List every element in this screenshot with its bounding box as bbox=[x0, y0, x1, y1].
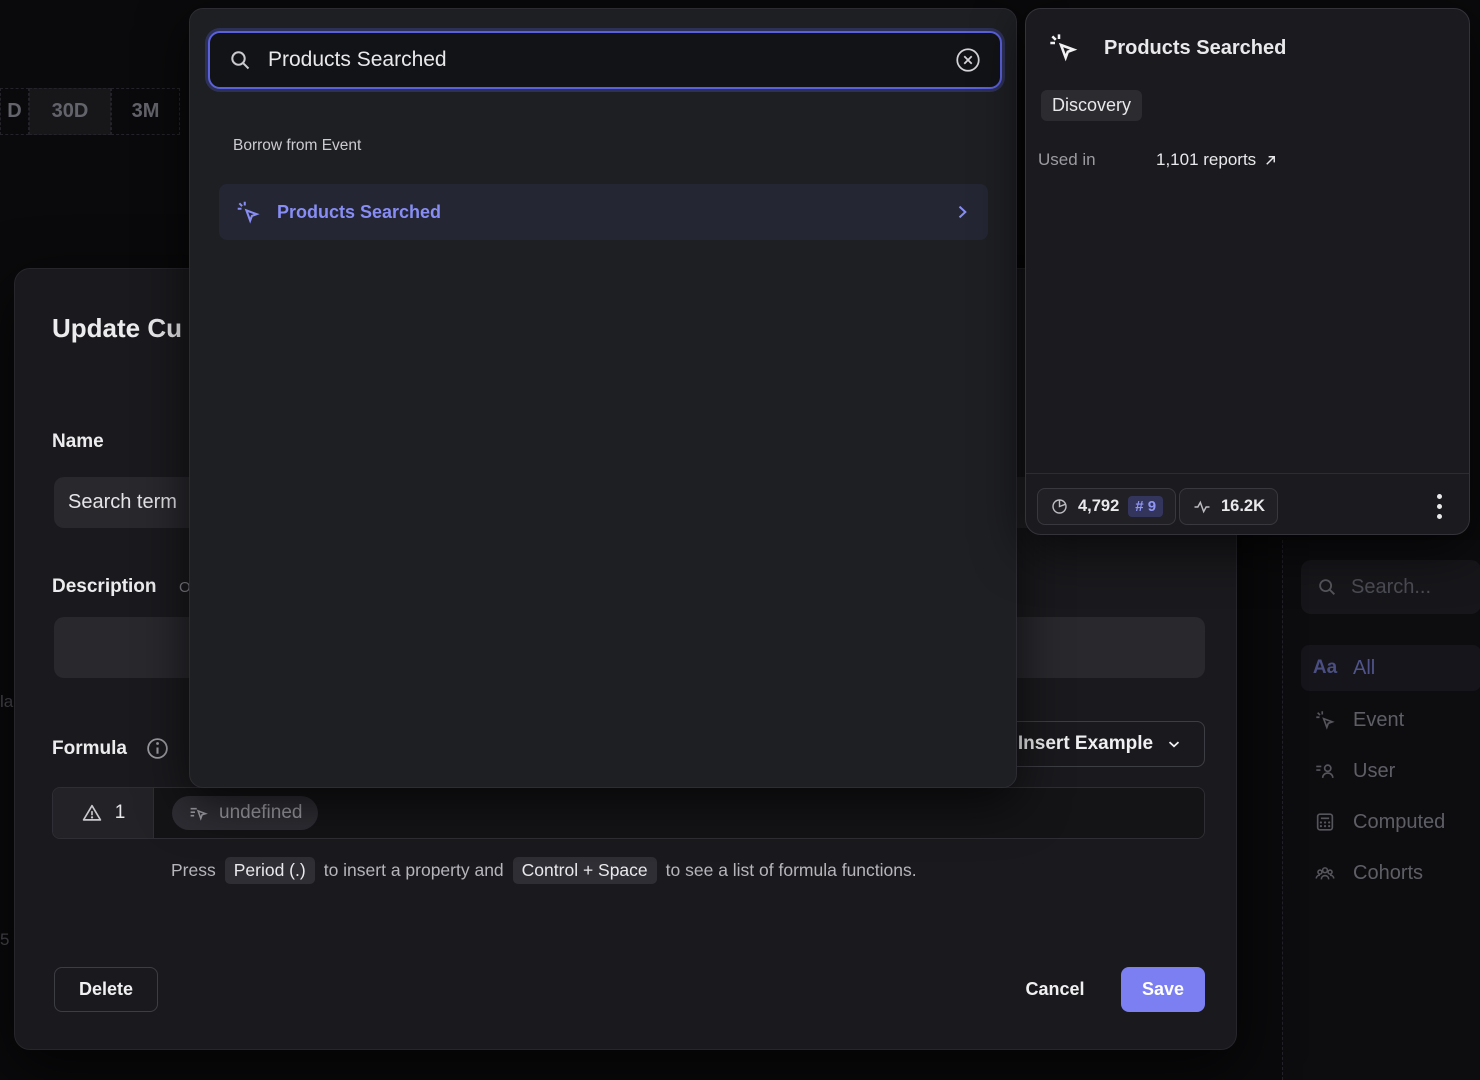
popover-title: Products Searched bbox=[1104, 37, 1286, 60]
sidebar-item-label: Event bbox=[1353, 709, 1404, 732]
borrow-from-event-header: Borrow from Event bbox=[233, 137, 361, 155]
formula-property-chip[interactable]: undefined bbox=[172, 796, 318, 830]
formula-error-count: 1 bbox=[115, 802, 126, 824]
rank-badge: # 9 bbox=[1128, 496, 1163, 517]
kbd-control-space: Control + Space bbox=[513, 857, 657, 884]
event-details-popover: Products Searched Discovery Used in 1,10… bbox=[1025, 8, 1470, 535]
chart-tick-fragment: 5 bbox=[0, 930, 14, 950]
aa-icon: Aa bbox=[1313, 656, 1337, 680]
info-icon[interactable] bbox=[145, 736, 170, 761]
formula-chip-label: undefined bbox=[219, 802, 302, 824]
kbd-period: Period (.) bbox=[225, 857, 315, 884]
insert-example-button[interactable]: Insert Example bbox=[996, 721, 1205, 767]
volume-count: 16.2K bbox=[1221, 497, 1265, 516]
modal-title: Update Cu bbox=[52, 313, 182, 344]
warning-icon bbox=[81, 802, 103, 824]
category-badge: Discovery bbox=[1041, 90, 1142, 121]
computed-icon bbox=[1313, 810, 1337, 834]
time-range-3m[interactable]: 3M bbox=[111, 88, 180, 135]
sidebar-item-all[interactable]: Aa All bbox=[1301, 645, 1480, 691]
cohorts-icon bbox=[1313, 861, 1337, 885]
search-icon bbox=[1315, 575, 1339, 599]
description-label: Description bbox=[52, 576, 157, 598]
formula-input[interactable]: undefined bbox=[154, 788, 1204, 838]
formula-label: Formula bbox=[52, 738, 127, 760]
hint-text: to insert a property and bbox=[324, 860, 504, 881]
user-icon bbox=[1313, 759, 1337, 783]
divider bbox=[1026, 473, 1469, 474]
formula-editor: 1 undefined bbox=[52, 787, 1205, 839]
activity-icon bbox=[1192, 497, 1212, 517]
time-range-7d[interactable]: D bbox=[0, 88, 29, 135]
save-button[interactable]: Save bbox=[1121, 967, 1205, 1012]
clear-search-icon[interactable] bbox=[954, 46, 982, 74]
sidebar-item-computed[interactable]: Computed bbox=[1301, 799, 1480, 845]
sidebar-item-label: Computed bbox=[1353, 811, 1445, 834]
event-icon bbox=[235, 199, 261, 225]
formula-error-badge: 1 bbox=[53, 788, 154, 838]
search-field bbox=[208, 31, 1002, 89]
queries-count: 4,792 bbox=[1078, 497, 1119, 516]
sidebar-item-event[interactable]: Event bbox=[1301, 697, 1480, 743]
formula-hint: Press Period (.) to insert a property an… bbox=[171, 857, 917, 884]
sidebar-item-label: Cohorts bbox=[1353, 862, 1423, 885]
sidebar-search-placeholder: Search... bbox=[1351, 576, 1431, 599]
hint-text: Press bbox=[171, 860, 216, 881]
sidebar-item-label: User bbox=[1353, 760, 1395, 783]
delete-label: Delete bbox=[79, 979, 133, 1000]
used-in-reports-link[interactable]: 1,101 reports bbox=[1156, 150, 1278, 170]
chevron-down-icon bbox=[1165, 735, 1183, 753]
volume-stat-pill: 16.2K bbox=[1179, 488, 1278, 525]
time-range-label: 3M bbox=[132, 100, 160, 123]
property-search-dropdown: Borrow from Event Products Searched bbox=[189, 8, 1017, 788]
sidebar-item-cohorts[interactable]: Cohorts bbox=[1301, 850, 1480, 896]
time-range-label: 30D bbox=[52, 100, 89, 123]
name-label: Name bbox=[52, 431, 104, 453]
delete-button[interactable]: Delete bbox=[54, 967, 158, 1012]
event-icon bbox=[1047, 31, 1079, 63]
time-range-label: D bbox=[7, 100, 21, 123]
property-type-sidebar: Search... Aa All Event User bbox=[1282, 540, 1480, 1080]
cancel-button[interactable]: Cancel bbox=[1005, 967, 1105, 1012]
cancel-label: Cancel bbox=[1025, 979, 1084, 1000]
queries-stat-pill: 4,792 # 9 bbox=[1037, 488, 1176, 525]
sidebar-search-input[interactable]: Search... bbox=[1301, 560, 1480, 614]
hint-text: to see a list of formula functions. bbox=[666, 860, 917, 881]
save-label: Save bbox=[1142, 979, 1184, 1000]
reports-count: 1,101 reports bbox=[1156, 150, 1256, 170]
sidebar-item-user[interactable]: User bbox=[1301, 748, 1480, 794]
event-result-products-searched[interactable]: Products Searched bbox=[219, 184, 988, 240]
app-root: D 30D 3M la 5 Search... Aa All Event bbox=[0, 0, 1480, 1080]
insert-example-label: Insert Example bbox=[1018, 733, 1153, 755]
result-label: Products Searched bbox=[277, 202, 936, 223]
search-input[interactable] bbox=[268, 48, 938, 72]
chevron-right-icon bbox=[952, 202, 972, 222]
search-icon bbox=[228, 48, 252, 72]
used-in-label: Used in bbox=[1038, 150, 1096, 170]
property-icon bbox=[188, 803, 209, 824]
chart-axis-fragment: la bbox=[0, 692, 14, 712]
arrow-up-right-icon bbox=[1263, 153, 1278, 168]
event-icon bbox=[1313, 708, 1337, 732]
pie-chart-icon bbox=[1050, 497, 1069, 516]
more-options-icon[interactable] bbox=[1422, 488, 1456, 525]
time-range-30d[interactable]: 30D bbox=[29, 88, 111, 135]
sidebar-item-label: All bbox=[1353, 657, 1375, 680]
